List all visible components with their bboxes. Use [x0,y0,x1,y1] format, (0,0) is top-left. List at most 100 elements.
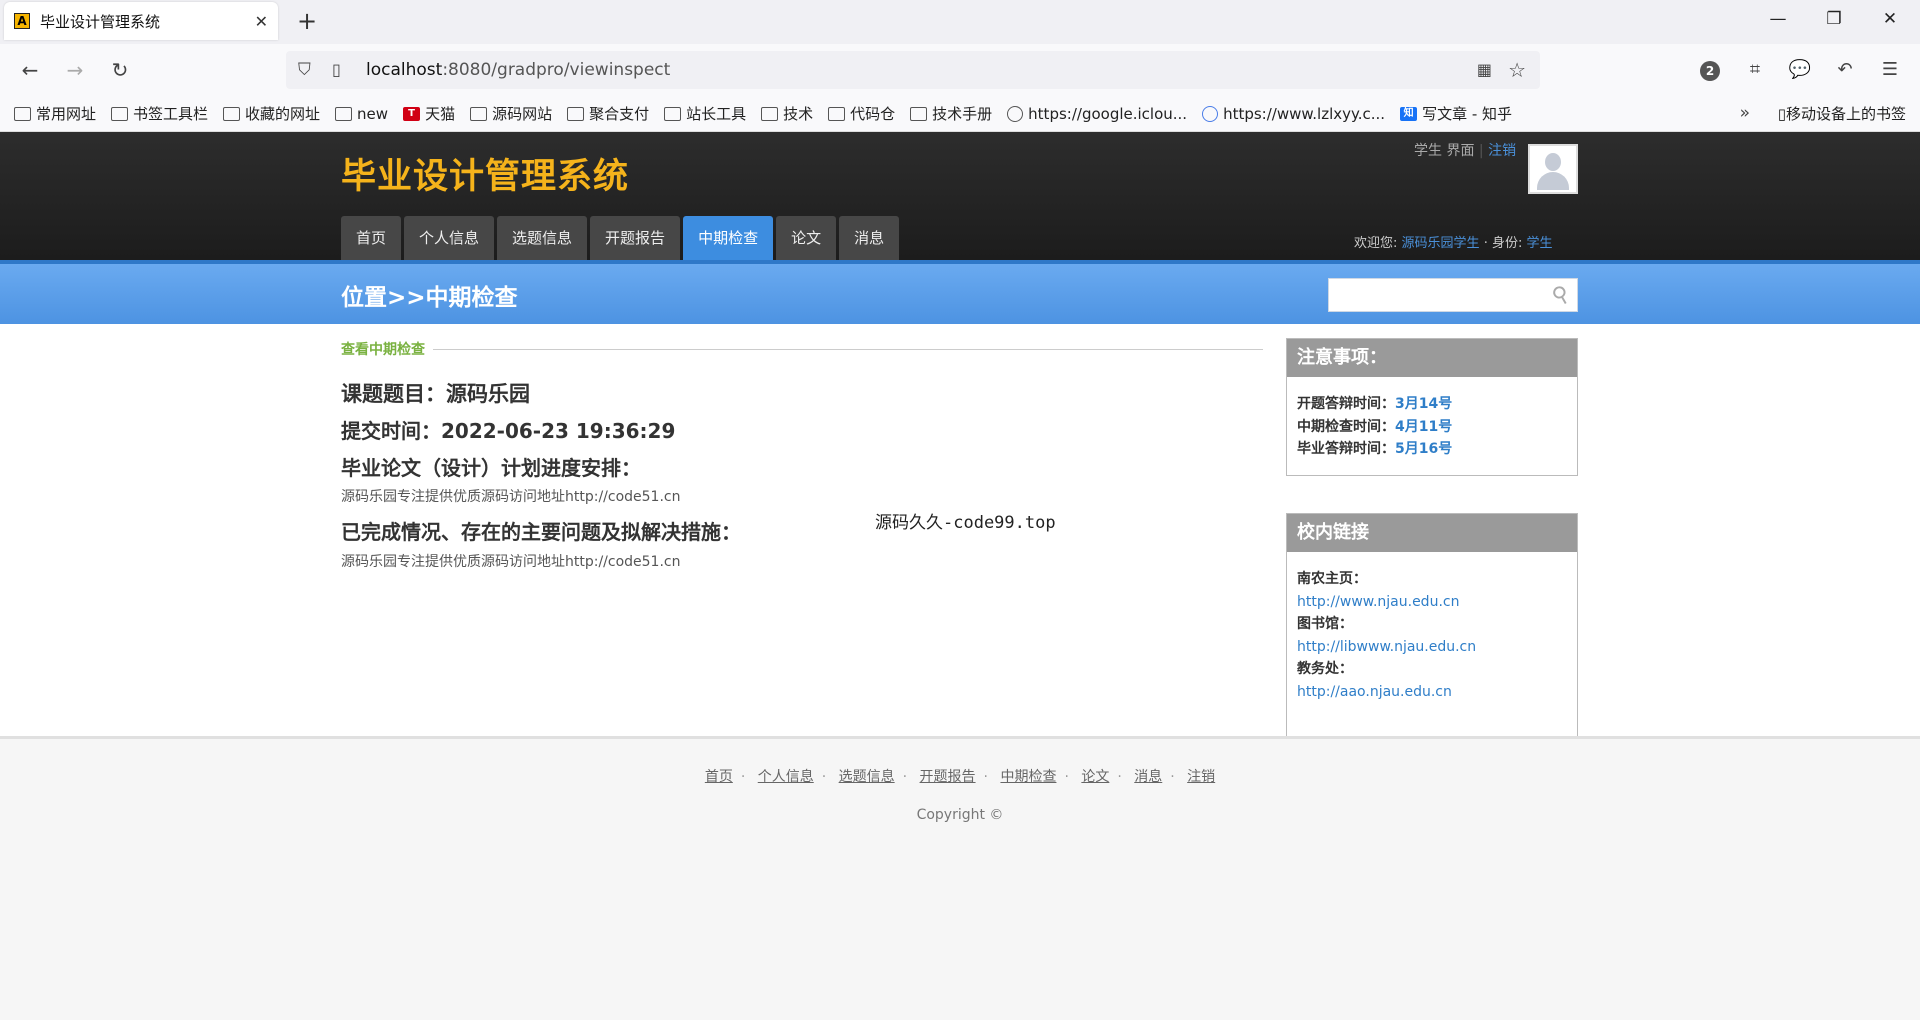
menu-item-proposal[interactable]: 开题报告 [590,216,681,260]
search-icon[interactable]: ⚲ [1548,281,1574,311]
chat-icon[interactable]: 💬 [1786,56,1814,84]
bookmark-item[interactable]: 源码网站 [470,103,552,124]
bookmark-item[interactable]: new [335,105,388,123]
footer-link-messages[interactable]: 消息 [1134,769,1162,785]
folder-icon [910,106,928,121]
plan-text: 源码乐园专注提供优质源码访问地址http://code51.cn [341,489,681,505]
back-icon[interactable]: ← [16,56,44,84]
mobile-bookmarks[interactable]: ▯移动设备上的书签 [1778,103,1906,124]
site-logo[interactable]: 毕业设计管理系统 [341,148,629,199]
chevron-double-right-icon[interactable]: » [1740,103,1750,123]
search-input[interactable]: ⚲ [1328,278,1578,312]
bookmark-item[interactable]: 常用网址 [14,103,96,124]
welcome-info: 欢迎您: 源码乐园学生 · 身份: 学生 [1354,232,1553,251]
link-url[interactable]: http://www.njau.edu.cn [1297,591,1567,614]
site-favicon-icon: A [14,13,30,29]
link-url[interactable]: http://libwww.njau.edu.cn [1297,636,1567,659]
url-bar[interactable]: ⛉ ▯ localhost:8080/gradpro/viewinspect ▦… [286,51,1540,89]
footer-link-proposal[interactable]: 开题报告 [920,769,976,785]
plan-heading: 毕业论文（设计）计划进度安排： [341,456,641,480]
section-header: 查看中期检查 [341,339,1263,359]
menu-item-topic[interactable]: 选题信息 [497,216,588,260]
footer-link-profile[interactable]: 个人信息 [758,769,814,785]
bookmark-item[interactable]: T 天猫 [403,103,455,124]
link-url[interactable]: http://aao.njau.edu.cn [1297,681,1567,704]
page-info-icon[interactable]: ▯ [332,60,341,79]
main-menu: 首页 个人信息 选题信息 开题报告 中期检查 论文 消息 [341,216,902,260]
folder-icon [111,106,129,121]
shield-icon[interactable]: ⛉ [298,60,311,80]
close-tab-icon[interactable]: ✕ [255,12,268,31]
divider [433,348,1263,350]
forward-icon[interactable]: → [61,56,89,84]
progress-text: 源码乐园专注提供优质源码访问地址http://code51.cn [341,554,681,570]
bookmark-item[interactable]: 技术手册 [910,103,992,124]
bookmark-item[interactable]: 站长工具 [664,103,746,124]
user-role-label: 学生 界面 [1414,143,1475,159]
menu-item-thesis[interactable]: 论文 [776,216,837,260]
footer-link-thesis[interactable]: 论文 [1081,769,1109,785]
folder-icon [567,106,585,121]
notice-panel: 注意事项： 开题答辩时间：3月14号 中期检查时间：4月11号 毕业答辩时间：5… [1286,338,1578,476]
user-links: 学生 界面 | 注销 [1414,140,1516,160]
tab-title: 毕业设计管理系统 [40,12,161,31]
site-page: 毕业设计管理系统 学生 界面 | 注销 首页 个人信息 选题信息 开题报告 中期… [0,132,1920,1020]
topic-title: 课题题目：源码乐园 [341,382,530,406]
footer-link-midterm[interactable]: 中期检查 [1000,769,1056,785]
logout-link[interactable]: 注销 [1488,143,1516,159]
separator: | [1478,143,1484,159]
bookmark-item[interactable]: 代码仓 [828,103,895,124]
menu-item-midterm[interactable]: 中期检查 [683,216,774,260]
avatar-body-icon [1537,172,1569,190]
identity-value[interactable]: 学生 [1526,236,1552,251]
close-window-icon[interactable]: ✕ [1868,4,1912,34]
bookmark-item[interactable]: 技术 [761,103,813,124]
bookmarks-bar: 常用网址 书签工具栏 收藏的网址 new T 天猫 源码网站 聚合支付 站长工具 … [0,96,1920,132]
menu-item-messages[interactable]: 消息 [839,216,900,260]
folder-icon [470,106,488,121]
play-icon [1202,105,1219,122]
identity-label: · 身份: [1483,236,1523,251]
copyright: Copyright © [916,807,1004,823]
bookmark-item[interactable]: 聚合支付 [567,103,649,124]
menu-icon[interactable]: ☰ [1876,56,1904,84]
location-bar: 位置>>中期检查 [0,264,1920,324]
progress-heading: 已完成情况、存在的主要问题及拟解决措施： [341,520,741,544]
tmall-icon: T [403,106,421,121]
browser-tab[interactable]: A 毕业设计管理系统 ✕ [4,2,278,40]
crop-icon[interactable]: ⌗ [1741,56,1769,84]
links-panel: 校内链接 南农主页： http://www.njau.edu.cn 图书馆： h… [1286,513,1578,737]
menu-item-profile[interactable]: 个人信息 [404,216,495,260]
folder-icon [14,106,31,121]
browser-navbar: ← → ↻ ⛉ ▯ localhost:8080/gradpro/viewins… [0,44,1920,96]
bookmark-item[interactable]: 知写文章 - 知乎 [1400,103,1512,124]
bookmark-star-icon[interactable]: ☆ [1508,58,1526,82]
bookmark-item[interactable]: https://google.iclou... [1007,105,1187,123]
bookmark-item[interactable]: 书签工具栏 [111,103,208,124]
main-content: 查看中期检查 课题题目：源码乐园 提交时间：2022-06-23 19:36:2… [0,324,1920,737]
extension-badge[interactable]: 2 [1696,56,1724,84]
url-text[interactable]: localhost:8080/gradpro/viewinspect [366,60,670,80]
notice-panel-title: 注意事项： [1287,339,1577,377]
link-label: 教务处： [1297,661,1353,677]
menu-item-home[interactable]: 首页 [341,216,402,260]
notice-row: 中期检查时间：4月11号 [1297,418,1453,435]
footer-link-logout[interactable]: 注销 [1187,769,1215,785]
link-label: 南农主页： [1297,571,1367,587]
folder-icon [828,106,846,121]
new-tab-button[interactable]: + [292,6,322,36]
minimize-icon[interactable]: — [1756,4,1800,34]
bookmark-item[interactable]: 收藏的网址 [223,103,320,124]
folder-icon [223,106,241,121]
reload-icon[interactable]: ↻ [106,56,134,84]
welcome-username[interactable]: 源码乐园学生 [1402,236,1480,251]
qr-code-icon[interactable]: ▦ [1477,60,1492,79]
avatar[interactable] [1528,144,1578,194]
globe-icon [1007,105,1024,122]
restore-icon[interactable]: ❐ [1812,4,1856,34]
footer-link-home[interactable]: 首页 [705,769,733,785]
undo-icon[interactable]: ↶ [1831,56,1859,84]
footer-link-topic[interactable]: 选题信息 [839,769,895,785]
bookmark-item[interactable]: https://www.lzlxyy.c... [1202,105,1385,123]
welcome-label: 欢迎您: [1354,236,1398,251]
